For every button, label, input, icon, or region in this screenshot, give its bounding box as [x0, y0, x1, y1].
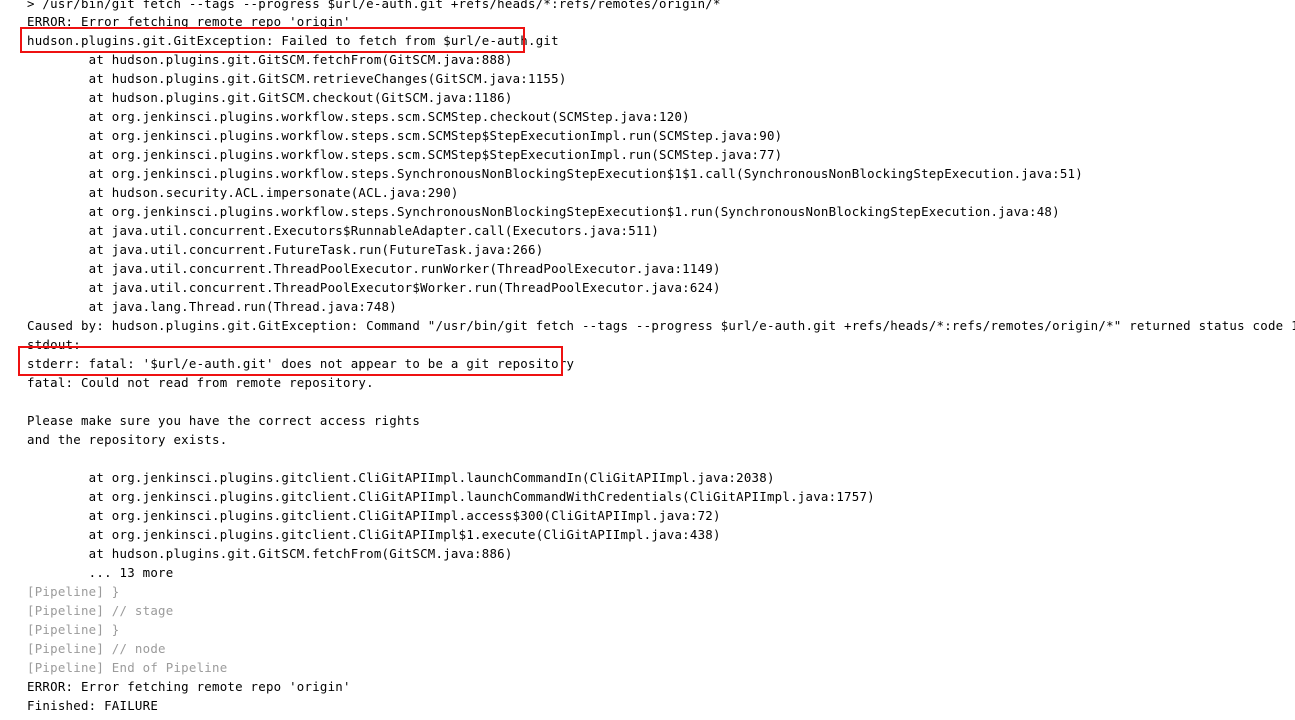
- log-line: at hudson.plugins.git.GitSCM.retrieveCha…: [27, 71, 567, 86]
- log-line: at java.util.concurrent.ThreadPoolExecut…: [27, 280, 721, 295]
- log-line: at org.jenkinsci.plugins.workflow.steps.…: [27, 204, 1060, 219]
- log-line: and the repository exists.: [27, 432, 228, 447]
- console-output-panel: > /usr/bin/git fetch --tags --progress $…: [0, 0, 1295, 720]
- log-line: [Pipeline] // stage: [27, 603, 174, 618]
- log-line: ... 13 more: [27, 565, 174, 580]
- log-line: hudson.plugins.git.GitException: Failed …: [27, 33, 559, 48]
- log-line: [Pipeline] // node: [27, 641, 166, 656]
- log-line: at java.lang.Thread.run(Thread.java:748): [27, 299, 397, 314]
- log-line: [Pipeline] }: [27, 622, 120, 637]
- log-line: at java.util.concurrent.ThreadPoolExecut…: [27, 261, 721, 276]
- log-line: at java.util.concurrent.Executors$Runnab…: [27, 223, 660, 238]
- log-line: stdout:: [27, 337, 81, 352]
- log-line: Finished: FAILURE: [27, 698, 159, 713]
- log-line: at java.util.concurrent.FutureTask.run(F…: [27, 242, 544, 257]
- log-line: at hudson.plugins.git.GitSCM.fetchFrom(G…: [27, 52, 513, 67]
- log-line: at org.jenkinsci.plugins.workflow.steps.…: [27, 109, 690, 124]
- log-line: ERROR: Error fetching remote repo 'origi…: [27, 679, 351, 694]
- log-line: at hudson.plugins.git.GitSCM.checkout(Gi…: [27, 90, 513, 105]
- log-line: at hudson.plugins.git.GitSCM.fetchFrom(G…: [27, 546, 513, 561]
- log-line: at org.jenkinsci.plugins.gitclient.CliGi…: [27, 489, 875, 504]
- log-line: ERROR: Error fetching remote repo 'origi…: [27, 14, 351, 29]
- log-line: at org.jenkinsci.plugins.gitclient.CliGi…: [27, 508, 721, 523]
- log-line: Please make sure you have the correct ac…: [27, 413, 421, 428]
- log-line: at org.jenkinsci.plugins.workflow.steps.…: [27, 147, 783, 162]
- log-line: stderr: fatal: '$url/e-auth.git' does no…: [27, 356, 575, 371]
- log-line: [Pipeline] End of Pipeline: [27, 660, 228, 675]
- log-line: Caused by: hudson.plugins.git.GitExcepti…: [27, 318, 1295, 333]
- log-line: at org.jenkinsci.plugins.gitclient.CliGi…: [27, 527, 721, 542]
- log-line: at org.jenkinsci.plugins.gitclient.CliGi…: [27, 470, 775, 485]
- log-line: at org.jenkinsci.plugins.workflow.steps.…: [27, 128, 783, 143]
- log-line: [Pipeline] }: [27, 584, 120, 599]
- log-line: at org.jenkinsci.plugins.workflow.steps.…: [27, 166, 1083, 181]
- log-line: at hudson.security.ACL.impersonate(ACL.j…: [27, 185, 459, 200]
- log-line: fatal: Could not read from remote reposi…: [27, 375, 374, 390]
